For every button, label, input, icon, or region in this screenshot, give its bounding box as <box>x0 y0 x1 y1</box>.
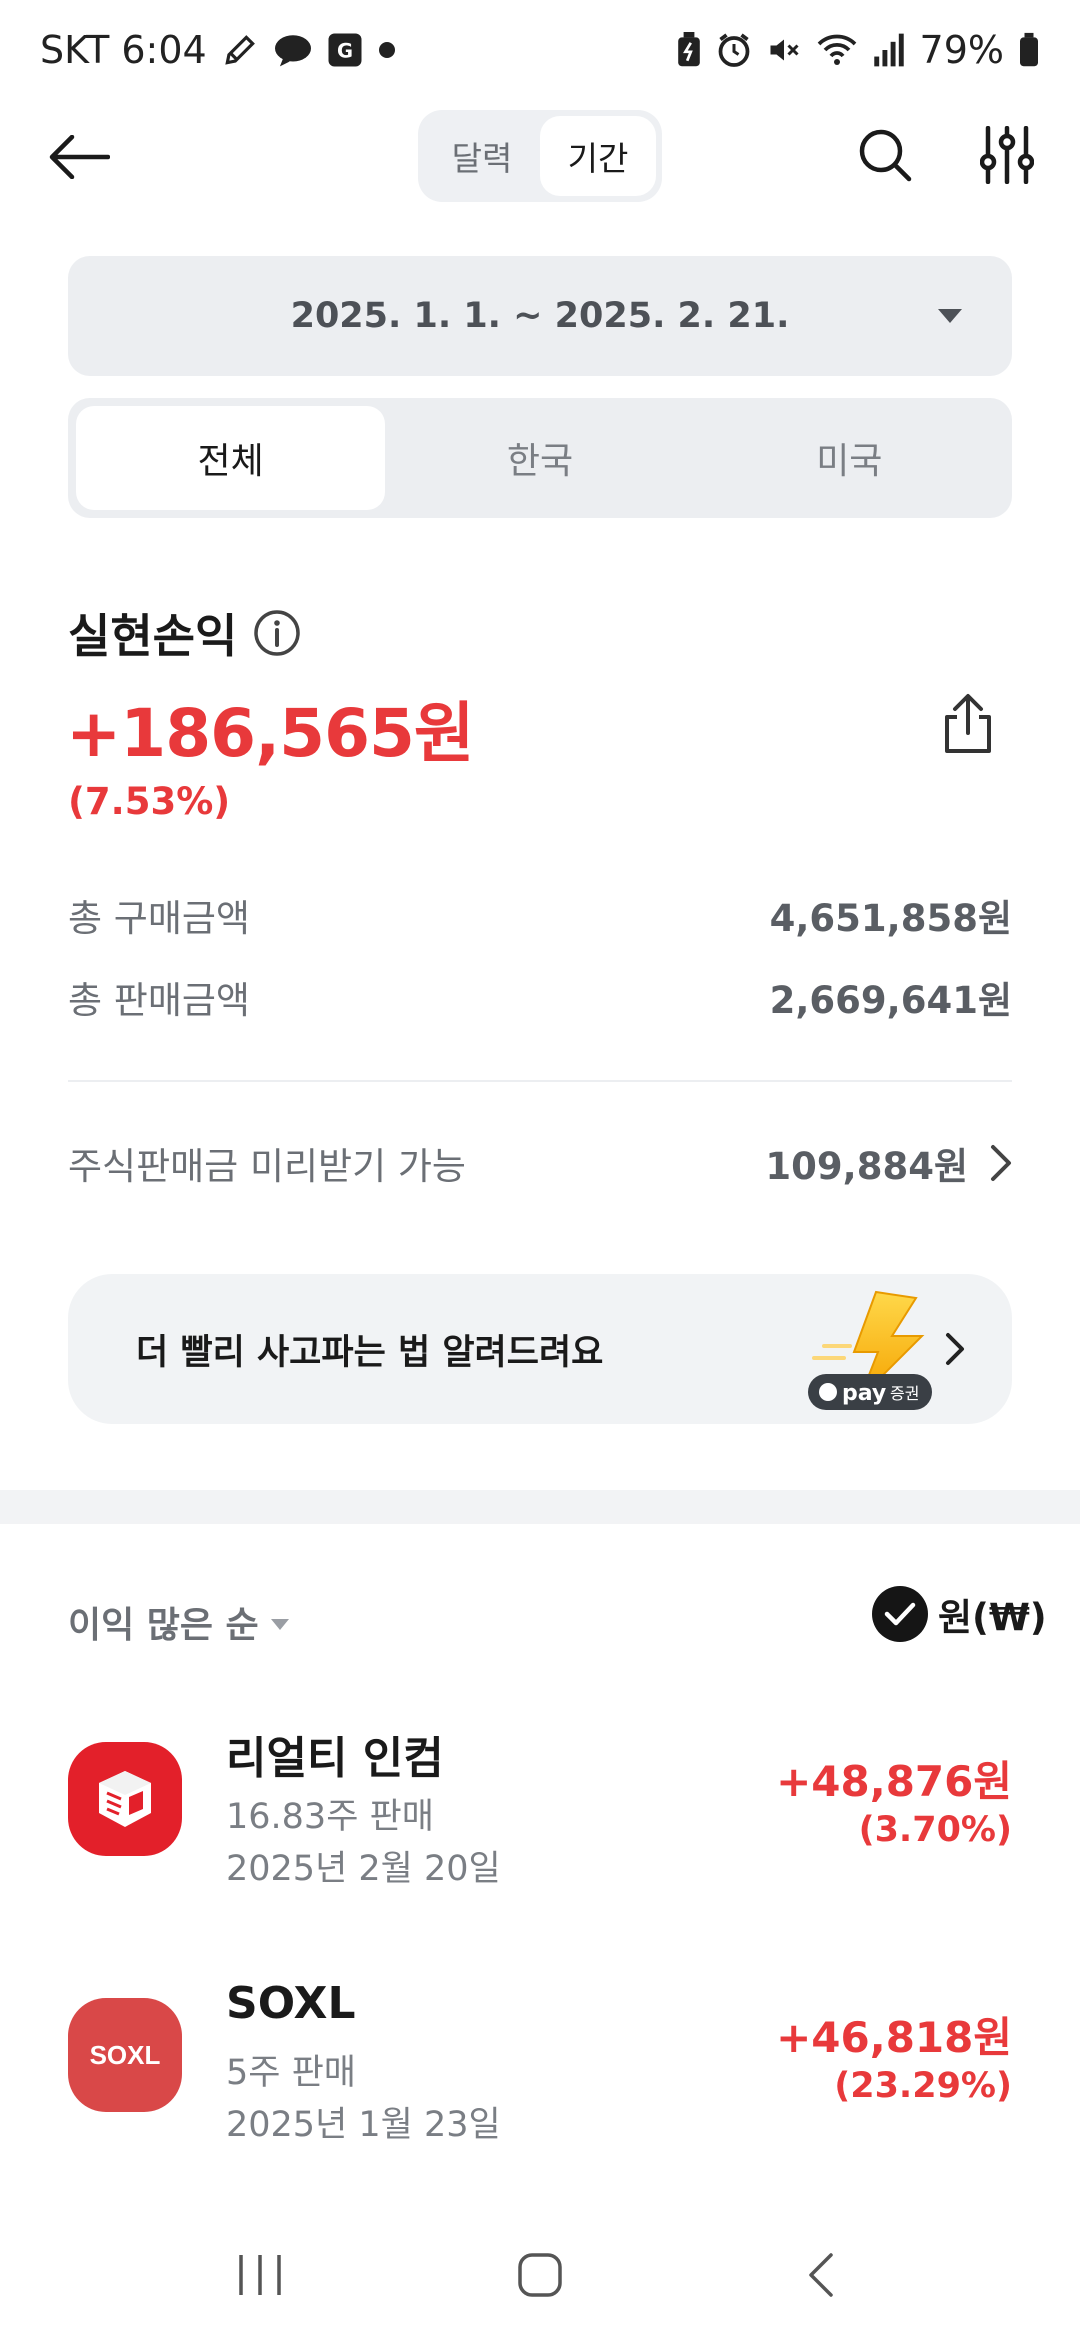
caret-down-icon <box>270 1618 289 1630</box>
status-left: SKT 6:04 G <box>40 28 397 72</box>
search-icon <box>859 129 912 182</box>
sliders-icon <box>980 126 1034 184</box>
search-button[interactable] <box>852 122 918 188</box>
stock-rate: (3.70%) <box>858 1810 1012 1850</box>
list-item[interactable]: SOXL SOXL 5주 판매 2025년 1월 23일 +46,818원 (2… <box>68 1978 1012 2145</box>
top-app-bar: 달력 기간 <box>0 108 1080 202</box>
status-right: 79% <box>676 28 1040 72</box>
view-mode-toggle: 달력 기간 <box>418 110 662 202</box>
date-range-value: 2025. 1. 1. ~ 2025. 2. 21. <box>290 296 790 336</box>
total-sell-row: 총 판매금액 2,669,641원 <box>68 970 1012 1024</box>
sort-label: 이익 많은 순 <box>68 1605 259 1646</box>
list-item[interactable]: 리얼티 인컴 16.83주 판매 2025년 2월 20일 +48,876원 (… <box>68 1722 1012 1889</box>
home-icon <box>518 2253 562 2297</box>
dot-icon <box>377 40 397 60</box>
share-icon <box>945 694 991 753</box>
arrow-left-icon <box>49 135 110 179</box>
chat-bubble-icon <box>273 32 313 68</box>
realty-income-logo <box>68 1742 182 1856</box>
toggle-calendar[interactable]: 달력 <box>424 116 540 196</box>
check-icon <box>872 1586 928 1642</box>
chevron-left-icon <box>809 2253 833 2297</box>
stock-date: 2025년 1월 23일 <box>226 2105 501 2145</box>
total-buy-value: 4,651,858원 <box>769 897 1012 940</box>
stock-name: 리얼티 인컴 <box>226 1733 444 1784</box>
share-button[interactable] <box>930 686 1006 762</box>
carrier-time: SKT 6:04 <box>40 28 207 72</box>
stock-rate: (23.29%) <box>834 2066 1012 2106</box>
advance-right: 109,884원 <box>765 1136 1012 1190</box>
advance-label: 주식판매금 미리받기 가능 <box>68 1145 466 1188</box>
total-sell-label: 총 판매금액 <box>68 979 250 1022</box>
divider <box>68 1080 1012 1082</box>
stock-profit: +46,818원 <box>776 2013 1012 2062</box>
pencil-icon <box>221 31 259 69</box>
realized-pl-title: 실현손익 <box>68 609 238 663</box>
stock-profit: +48,876원 <box>776 1757 1012 1806</box>
date-range-select[interactable]: 2025. 1. 1. ~ 2025. 2. 21. <box>68 256 1012 376</box>
total-sell-value: 2,669,641원 <box>769 979 1012 1022</box>
back-nav-button[interactable] <box>775 2230 865 2320</box>
chevron-right-icon <box>940 1329 970 1369</box>
advance-value: 109,884원 <box>765 1145 968 1188</box>
battery-saver-icon <box>676 32 702 68</box>
app-badge-icon: G <box>327 32 363 68</box>
market-tabs: 전체 한국 미국 <box>68 398 1012 518</box>
stock-shares: 16.83주 판매 <box>226 1797 434 1837</box>
battery-percent: 79% <box>919 28 1004 72</box>
tab-korea[interactable]: 한국 <box>385 406 694 510</box>
soxl-logo-text: SOXL <box>89 2039 161 2070</box>
recent-apps-button[interactable] <box>215 2230 305 2320</box>
section-separator <box>0 1490 1080 1524</box>
stock-date: 2025년 2월 20일 <box>226 1849 501 1889</box>
realized-pl-rate: (7.53%) <box>68 780 231 823</box>
alarm-icon <box>716 32 752 68</box>
info-icon[interactable] <box>253 609 301 657</box>
tab-all[interactable]: 전체 <box>76 406 386 510</box>
system-nav-bar <box>0 2220 1080 2330</box>
currency-label: 원(₩) <box>938 1596 1047 1639</box>
back-button[interactable] <box>44 122 114 192</box>
tab-usa[interactable]: 미국 <box>695 406 1004 510</box>
currency-toggle[interactable]: 원(₩) <box>872 1586 1047 1642</box>
stock-name: SOXL <box>226 1978 356 2029</box>
status-bar: SKT 6:04 G 79% <box>0 0 1080 100</box>
promo-banner[interactable]: 더 빨리 사고파는 법 알려드려요 pay 증권 <box>68 1274 1012 1424</box>
toggle-period[interactable]: 기간 <box>540 116 656 196</box>
wifi-icon <box>816 32 858 68</box>
filter-button[interactable] <box>974 122 1040 188</box>
stock-shares: 5주 판매 <box>226 2053 356 2093</box>
advance-payment-row[interactable]: 주식판매금 미리받기 가능 109,884원 <box>68 1130 1012 1196</box>
pay-brand-text: pay <box>842 1381 886 1406</box>
signal-icon <box>872 32 906 68</box>
total-buy-row: 총 구매금액 4,651,858원 <box>68 888 1012 942</box>
mute-icon <box>766 32 802 68</box>
svg-text:G: G <box>337 40 353 63</box>
soxl-logo: SOXL <box>68 1998 182 2112</box>
recent-apps-icon <box>239 2255 281 2295</box>
realized-pl-header: 실현손익 <box>68 600 301 666</box>
caret-down-icon <box>938 309 962 323</box>
total-buy-label: 총 구매금액 <box>68 897 250 940</box>
battery-icon <box>1018 32 1040 68</box>
home-button[interactable] <box>495 2230 585 2320</box>
sort-dropdown[interactable]: 이익 많은 순 <box>68 1596 289 1648</box>
banner-text: 더 빨리 사고파는 법 알려드려요 <box>136 1332 604 1373</box>
realized-pl-amount: +186,565원 <box>66 695 475 772</box>
pay-brand-sub: 증권 <box>890 1384 919 1403</box>
chevron-right-icon <box>991 1145 1011 1181</box>
